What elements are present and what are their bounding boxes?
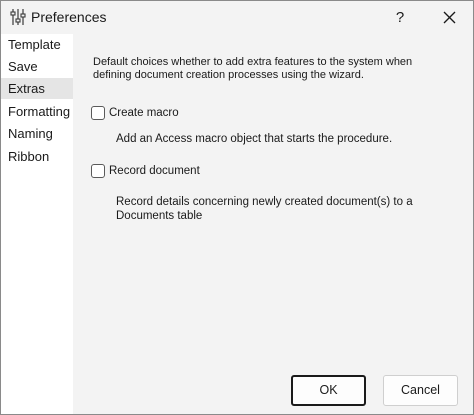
sidebar-item-save[interactable]: Save xyxy=(1,56,73,77)
sliders-icon xyxy=(10,8,26,26)
help-button[interactable]: ? xyxy=(377,1,423,34)
close-icon xyxy=(443,11,456,24)
record-document-checkbox[interactable] xyxy=(91,164,105,178)
sidebar-item-naming[interactable]: Naming xyxy=(1,123,73,144)
record-document-label[interactable]: Record document xyxy=(109,164,200,178)
window-title: Preferences xyxy=(31,9,107,25)
sidebar-item-formatting[interactable]: Formatting xyxy=(1,101,73,122)
preferences-dialog: Preferences ? Template Save Extras Forma… xyxy=(0,0,474,415)
record-document-description: Record details concerning newly created … xyxy=(116,196,413,222)
create-macro-label[interactable]: Create macro xyxy=(109,106,179,120)
create-macro-checkbox[interactable] xyxy=(91,106,105,120)
create-macro-description: Add an Access macro object that starts t… xyxy=(116,133,393,145)
extras-panel: Default choices whether to add extra fea… xyxy=(73,34,473,414)
sidebar-item-template[interactable]: Template xyxy=(1,34,73,55)
close-button[interactable] xyxy=(427,1,473,34)
cancel-button[interactable]: Cancel xyxy=(383,375,458,406)
title-bar: Preferences ? xyxy=(1,1,473,34)
sidebar-item-ribbon[interactable]: Ribbon xyxy=(1,146,73,167)
extras-description: Default choices whether to add extra fea… xyxy=(93,56,413,81)
sidebar-nav: Template Save Extras Formatting Naming R… xyxy=(1,34,73,414)
ok-button[interactable]: OK xyxy=(291,375,366,406)
sidebar-item-extras[interactable]: Extras xyxy=(1,78,73,99)
